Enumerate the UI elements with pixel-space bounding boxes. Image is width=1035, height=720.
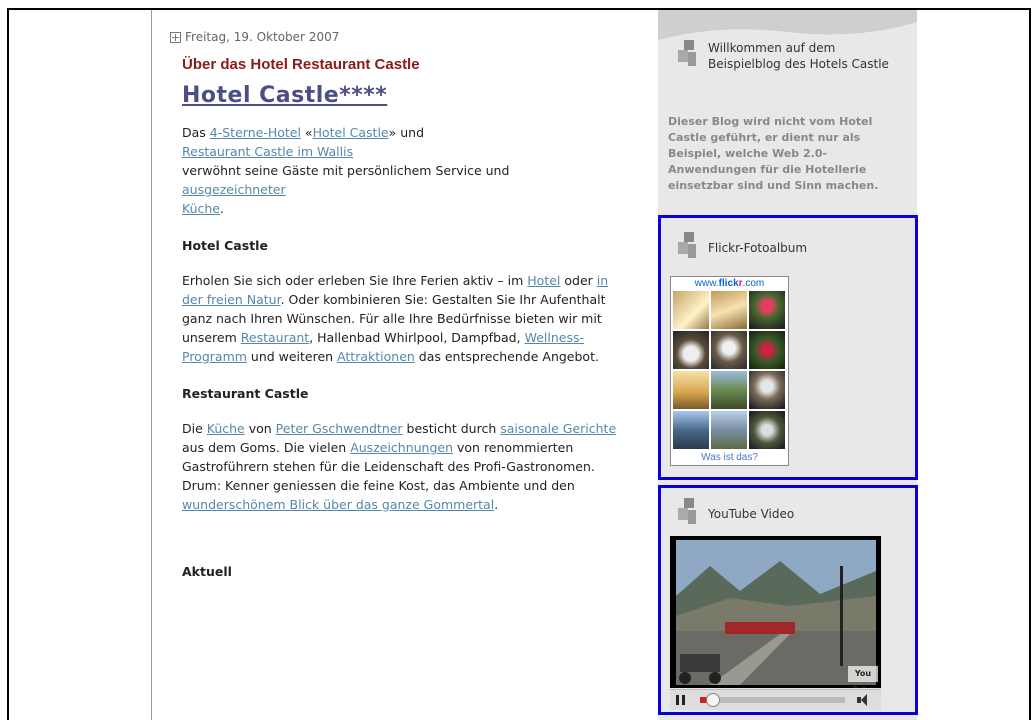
flickr-thumb[interactable]: [749, 411, 785, 449]
play-pause-icon[interactable]: [670, 692, 690, 708]
collapse-box-icon[interactable]: [170, 32, 181, 43]
heading-restaurant-castle: Restaurant Castle: [182, 386, 309, 401]
youtube-widget: YouTube Video You Tube: [658, 485, 918, 715]
restaurant-paragraph: Die Küche von Peter Gschwendtner bestich…: [182, 421, 617, 512]
intro-paragraph: Das 4-Sterne-Hotel «Hotel Castle» und Re…: [182, 125, 425, 159]
link-saisonale-gerichte[interactable]: saisonale Gerichte: [500, 421, 616, 436]
hotel-paragraph: Erholen Sie sich oder erleben Sie Ihre F…: [182, 273, 609, 364]
flickr-thumb[interactable]: [673, 411, 709, 449]
link-hotel-castle[interactable]: Hotel Castle: [313, 125, 389, 140]
link-restaurant-castle[interactable]: Restaurant Castle im Wallis: [182, 144, 353, 159]
youtube-video-player[interactable]: You Tube: [670, 536, 881, 688]
blog-logo-icon: [678, 498, 698, 530]
progress-bar[interactable]: [700, 693, 845, 707]
link-gommertal[interactable]: wunderschönem Blick über das ganze Gomme…: [182, 497, 494, 512]
welcome-text: Dieser Blog wird nicht vom Hotel Castle …: [668, 115, 879, 192]
link-restaurant[interactable]: Restaurant: [241, 330, 309, 345]
flickr-thumb[interactable]: [711, 411, 747, 449]
flickr-thumb[interactable]: [749, 371, 785, 409]
flickr-what-is-this-link[interactable]: Was ist das?: [671, 452, 788, 463]
link-auszeichnungen[interactable]: Auszeichnungen: [350, 440, 453, 455]
link-hotel[interactable]: Hotel: [527, 273, 560, 288]
post-date: Freitag, 19. Oktober 2007: [170, 28, 640, 47]
link-peter-gschwendtner[interactable]: Peter Gschwendtner: [276, 421, 403, 436]
heading-aktuell: Aktuell: [182, 564, 232, 579]
heading-hotel-castle: Hotel Castle: [182, 238, 268, 253]
main-content: Freitag, 19. Oktober 2007 Über das Hotel…: [170, 22, 640, 581]
link-ausgezeichneter-kueche[interactable]: ausgezeichneter Küche: [182, 182, 286, 216]
flickr-thumb[interactable]: [673, 291, 709, 329]
flickr-thumb[interactable]: [749, 331, 785, 369]
youtube-logo: You Tube: [852, 669, 873, 688]
content-divider: [151, 10, 152, 720]
youtube-widget-title: YouTube Video: [678, 498, 794, 530]
volume-icon[interactable]: [857, 694, 871, 706]
flickr-thumbnails: [673, 291, 786, 449]
flickr-logo[interactable]: www.flickr.com: [671, 278, 788, 289]
progress-knob[interactable]: [706, 693, 720, 707]
flickr-thumb[interactable]: [711, 331, 747, 369]
youtube-controls: [670, 689, 881, 710]
flickr-widget: Flickr-Fotoalbum www.flickr.com Was ist …: [658, 215, 918, 480]
flickr-badge[interactable]: www.flickr.com Was ist das?: [670, 276, 789, 466]
flickr-widget-title: Flickr-Fotoalbum: [678, 232, 807, 264]
section-title: Über das Hotel Restaurant Castle: [182, 56, 420, 73]
flickr-thumb[interactable]: [673, 371, 709, 409]
link-attraktionen[interactable]: Attraktionen: [337, 349, 415, 364]
welcome-widget-title: Willkommen auf dem Beispielblog des Hote…: [678, 40, 908, 72]
flickr-thumb[interactable]: [711, 371, 747, 409]
blog-logo-icon: [678, 40, 698, 72]
link-kueche[interactable]: Küche: [207, 421, 245, 436]
link-4-sterne-hotel[interactable]: 4-Sterne-Hotel: [210, 125, 301, 140]
flickr-thumb[interactable]: [673, 331, 709, 369]
blog-logo-icon: [678, 232, 698, 264]
flickr-thumb[interactable]: [711, 291, 747, 329]
post-body: Das 4-Sterne-Hotel «Hotel Castle» und Re…: [182, 123, 640, 514]
post-title[interactable]: Hotel Castle****: [182, 85, 640, 107]
flickr-thumb[interactable]: [749, 291, 785, 329]
